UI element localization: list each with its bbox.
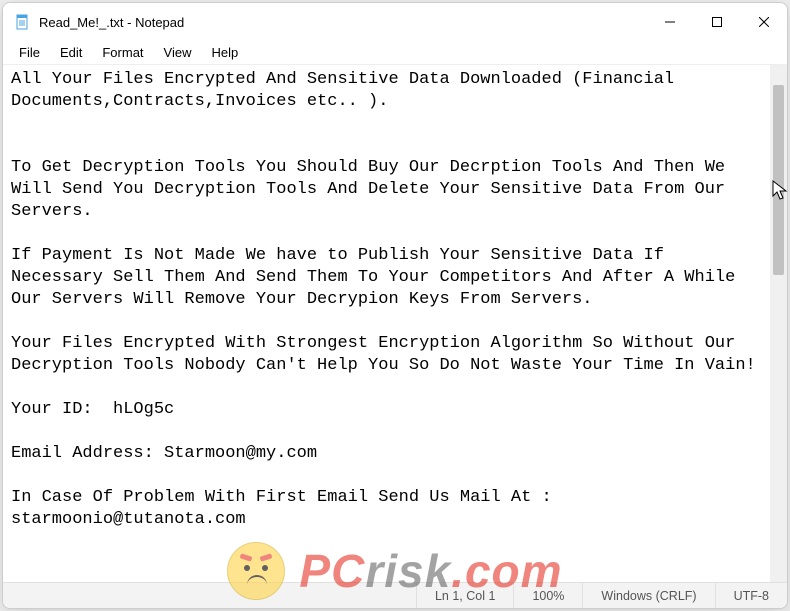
notepad-window: Read_Me!_.txt - Notepad File Edit Format…: [2, 2, 788, 609]
menu-format[interactable]: Format: [92, 43, 153, 62]
status-encoding: UTF-8: [715, 583, 787, 608]
content-wrap: All Your Files Encrypted And Sensitive D…: [3, 65, 787, 582]
window-controls: [646, 3, 787, 41]
vertical-scrollbar[interactable]: [770, 65, 787, 582]
notepad-icon: [15, 14, 31, 30]
scrollbar-thumb[interactable]: [773, 85, 784, 275]
menu-bar: File Edit Format View Help: [3, 41, 787, 65]
maximize-button[interactable]: [693, 3, 740, 41]
window-title: Read_Me!_.txt - Notepad: [39, 15, 646, 30]
menu-view[interactable]: View: [154, 43, 202, 62]
status-zoom: 100%: [513, 583, 582, 608]
menu-file[interactable]: File: [9, 43, 50, 62]
close-button[interactable]: [740, 3, 787, 41]
status-position: Ln 1, Col 1: [416, 583, 513, 608]
status-line-ending: Windows (CRLF): [582, 583, 714, 608]
text-area[interactable]: All Your Files Encrypted And Sensitive D…: [3, 65, 770, 582]
minimize-button[interactable]: [646, 3, 693, 41]
title-bar[interactable]: Read_Me!_.txt - Notepad: [3, 3, 787, 41]
menu-edit[interactable]: Edit: [50, 43, 92, 62]
menu-help[interactable]: Help: [201, 43, 248, 62]
status-bar: Ln 1, Col 1 100% Windows (CRLF) UTF-8: [3, 582, 787, 608]
